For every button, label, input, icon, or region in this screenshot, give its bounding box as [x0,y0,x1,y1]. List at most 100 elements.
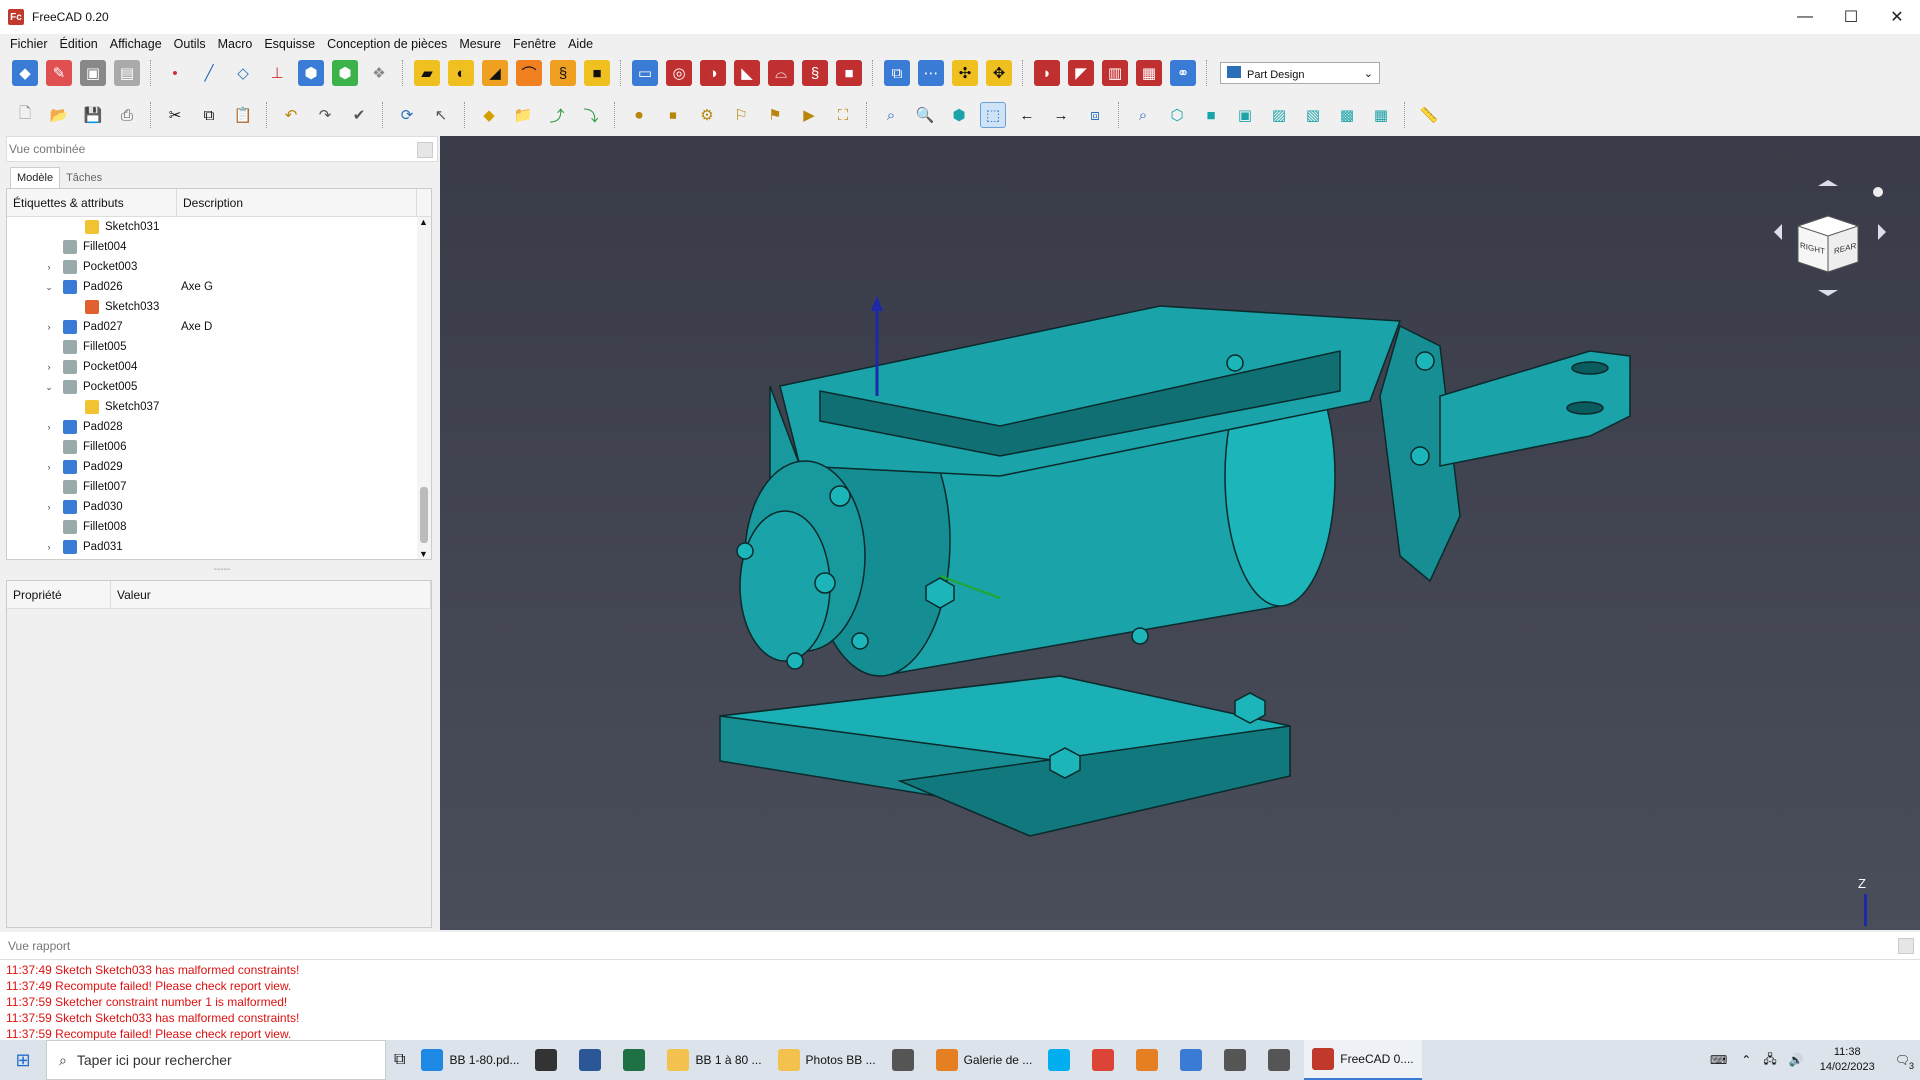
view-isometric-icon[interactable]: ⬡ [1164,102,1190,128]
back-arrow-icon[interactable]: ← [1014,102,1040,128]
3d-viewport[interactable]: RIGHT REAR Z [440,136,1920,930]
pad-icon[interactable]: ▰ [414,60,440,86]
report-close-icon[interactable] [1898,938,1914,954]
sub-shape-binder-icon[interactable]: ⬢ [298,60,324,86]
collapsed-chevron-icon[interactable]: › [43,542,55,552]
save-icon[interactable]: 💾 [80,102,106,128]
whats-this-icon[interactable]: ↖ [428,102,454,128]
taskbar-app[interactable] [1172,1040,1216,1080]
taskbar-app[interactable]: Photos BB ... [770,1040,884,1080]
view-left-icon[interactable]: ▦ [1368,102,1394,128]
tree-item[interactable]: › Pad030 [7,497,417,517]
expanded-chevron-icon[interactable]: ⌄ [43,282,55,293]
close-button[interactable]: ✕ [1874,0,1920,34]
volume-icon[interactable]: 🔊 [1789,1053,1804,1067]
view-right-icon[interactable]: ▨ [1266,102,1292,128]
network-icon[interactable]: 🖧 [1763,1050,1776,1071]
menu-macro[interactable]: Macro [212,37,259,51]
zoom-icon[interactable]: ⌕ [1130,102,1156,128]
navigation-cube[interactable]: RIGHT REAR [1770,176,1890,296]
tree-item[interactable]: ⌄ Pad026 Axe G [7,277,417,297]
check-icon[interactable]: ✔ [346,102,372,128]
macro-toggle-icon[interactable]: ⛶ [830,102,856,128]
hole-icon[interactable]: ◎ [666,60,692,86]
macro-step-icon[interactable]: ⚑ [762,102,788,128]
pocket-icon[interactable]: ▭ [632,60,658,86]
collapsed-chevron-icon[interactable]: › [43,262,55,272]
menu-conception-pieces[interactable]: Conception de pièces [321,37,453,51]
scroll-up-icon[interactable]: ▲ [419,217,428,227]
groove-icon[interactable]: ◑ [700,60,726,86]
menu-esquisse[interactable]: Esquisse [258,37,321,51]
taskbar-app[interactable]: FreeCAD 0.... [1304,1040,1422,1080]
revolution-icon[interactable]: ◐ [448,60,474,86]
collapsed-chevron-icon[interactable]: › [43,462,55,472]
tree-item[interactable]: › Pad029 [7,457,417,477]
chevron-up-icon[interactable]: ⌃ [1741,1053,1751,1067]
subtractive-pipe-icon[interactable]: ⌓ [768,60,794,86]
taskbar-search[interactable]: ⌕ Taper ici pour rechercher [46,1040,386,1080]
scroll-down-icon[interactable]: ▼ [419,549,428,559]
expanded-chevron-icon[interactable]: ⌄ [43,382,55,393]
taskbar-app[interactable] [571,1040,615,1080]
green-binder-icon[interactable]: ⬢ [332,60,358,86]
additive-helix-icon[interactable]: § [550,60,576,86]
maximize-button[interactable]: ☐ [1828,0,1874,34]
multi-transform-icon[interactable]: ✥ [986,60,1012,86]
clone-icon[interactable]: ▤ [114,60,140,86]
property-header-name[interactable]: Propriété [7,581,111,608]
datum-line-icon[interactable]: ╱ [196,60,222,86]
shape-binder-icon[interactable]: ▣ [80,60,106,86]
taskbar-app[interactable] [1216,1040,1260,1080]
paste-icon[interactable]: 📋 [230,102,256,128]
taskbar-app[interactable] [527,1040,571,1080]
boolean-icon[interactable]: ⚭ [1170,60,1196,86]
view-bottom-icon[interactable]: ▩ [1334,102,1360,128]
taskbar-app[interactable] [1084,1040,1128,1080]
view-top-icon[interactable]: ▣ [1232,102,1258,128]
menu-fenetre[interactable]: Fenêtre [507,37,562,51]
open-icon[interactable]: 📂 [46,102,72,128]
macro-record-icon[interactable]: ⏺ [626,102,652,128]
undo-icon[interactable]: ↶ [278,102,304,128]
refresh-icon[interactable]: ⟳ [394,102,420,128]
menu-aide[interactable]: Aide [562,37,599,51]
taskbar-app[interactable] [1128,1040,1172,1080]
create-body-icon[interactable]: ◆ [12,60,38,86]
tree-item[interactable]: ⌄ Pocket005 [7,377,417,397]
forward-arrow-icon[interactable]: → [1048,102,1074,128]
draw-style-icon[interactable]: ⬢ [946,102,972,128]
tree-item[interactable]: Fillet004 [7,237,417,257]
menu-affichage[interactable]: Affichage [104,37,168,51]
fit-all-icon[interactable]: ⌕ [878,102,904,128]
taskbar-app[interactable] [615,1040,659,1080]
polar-pattern-icon[interactable]: ✣ [952,60,978,86]
tab-taches[interactable]: Tâches [60,168,108,188]
taskbar-app[interactable]: Galerie de ... [928,1040,1041,1080]
view-rear-icon[interactable]: ▧ [1300,102,1326,128]
tree-header-description[interactable]: Description [177,189,417,216]
collapsed-chevron-icon[interactable]: › [43,362,55,372]
create-sketch-icon[interactable]: ✎ [46,60,72,86]
taskbar-app[interactable]: BB 1 à 80 ... [659,1040,769,1080]
menu-mesure[interactable]: Mesure [453,37,507,51]
menu-fichier[interactable]: Fichier [4,37,54,51]
minimize-button[interactable]: — [1782,0,1828,34]
datum-plane-icon[interactable]: ◇ [230,60,256,86]
thickness-icon[interactable]: ▦ [1136,60,1162,86]
tree-item[interactable]: Fillet005 [7,337,417,357]
measure-icon[interactable]: 📏 [1416,102,1442,128]
redo-icon[interactable]: ↷ [312,102,338,128]
taskbar-app[interactable]: BB 1-80.pd... [413,1040,527,1080]
collapsed-chevron-icon[interactable]: › [43,322,55,332]
tree-item[interactable]: Fillet007 [7,477,417,497]
tree-item[interactable]: Fillet006 [7,437,417,457]
tree-item[interactable]: › Pocket004 [7,357,417,377]
sync-view-icon[interactable]: ⧈ [1082,102,1108,128]
panel-splitter[interactable]: ----- [6,560,438,580]
windows-start-icon[interactable]: ⊞ [0,1040,46,1080]
panel-close-icon[interactable] [417,142,433,158]
tree-item[interactable]: Fillet008 [7,517,417,537]
tree-header-labels[interactable]: Étiquettes & attributs [7,189,177,216]
view-front-icon[interactable]: ■ [1198,102,1224,128]
